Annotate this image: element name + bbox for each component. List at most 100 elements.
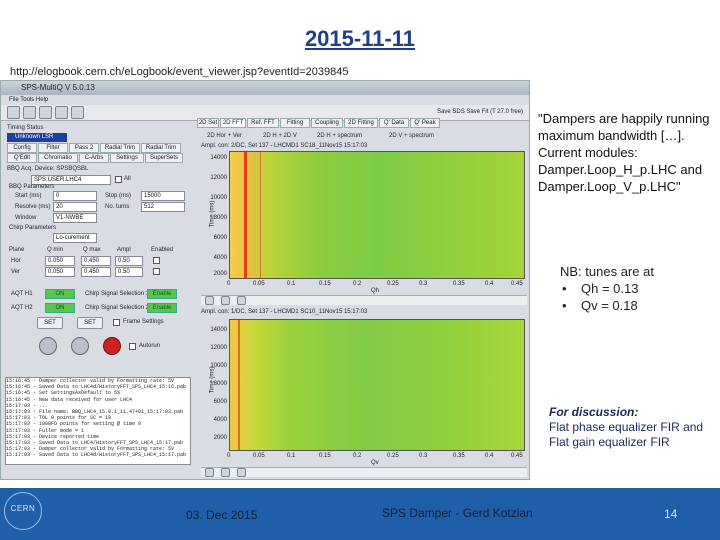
ver-qmax[interactable]: 0.450	[81, 267, 111, 277]
image-icon[interactable]	[237, 468, 246, 477]
plot1-ytick: 12000	[210, 175, 227, 181]
frame-settings-checkbox[interactable]	[113, 319, 120, 326]
aqt-h1-status[interactable]: ON	[45, 289, 75, 299]
resolve-input[interactable]: 20	[53, 202, 97, 212]
toolbar-save-status[interactable]: Save SDS Save Fit (T 27.0 free)	[437, 109, 523, 115]
page-number: 14	[664, 507, 678, 521]
autorun-checkbox[interactable]	[129, 343, 136, 350]
ver-enabled-checkbox[interactable]	[153, 268, 160, 275]
hor-qmax[interactable]: 0.450	[81, 256, 111, 266]
tab-2d-fitting[interactable]: 2D Fitting	[344, 118, 378, 128]
tab-2d-fft[interactable]: 2D FFT	[220, 118, 246, 128]
ver-qmin[interactable]: 0.050	[45, 267, 75, 277]
plot2-xtick: 0	[227, 453, 231, 459]
play-run-icon[interactable]	[71, 337, 89, 355]
plot2-ytick: 4000	[213, 417, 227, 423]
plot2-ytick: 10000	[210, 363, 227, 369]
discussion-label: For discussion:	[549, 405, 639, 419]
image-icon[interactable]	[237, 296, 246, 305]
tab-qedit[interactable]: Q'Edit	[7, 153, 37, 163]
magnifier-icon[interactable]	[7, 106, 20, 119]
timing-status: Unknown LSR	[7, 133, 67, 142]
log-panel[interactable]: 15:16:45 - Damper collector valid by For…	[5, 377, 191, 465]
plot2-ytick: 8000	[213, 381, 227, 387]
aqt-h1-enable[interactable]: Enable	[147, 289, 177, 299]
pan-icon[interactable]	[221, 296, 230, 305]
tab-filter[interactable]: Filter	[38, 143, 68, 153]
window-title: SPS-MultiQ V 5.0.13	[21, 83, 95, 92]
col-qmax: Q max	[83, 247, 101, 253]
plot2-spectrogram[interactable]	[229, 319, 525, 451]
footer-date: 03. Dec 2015	[186, 508, 258, 522]
tab-ref-fft[interactable]: Ref. FFT	[247, 118, 279, 128]
tab-q-peak[interactable]: Q' Peak	[410, 118, 440, 128]
radio-hor-ver[interactable]: 2D Hor + Ver	[207, 133, 242, 139]
resolve-label: Resolve (ms)	[15, 204, 51, 210]
plot1-xtick: 0.4	[485, 281, 494, 287]
col-plane: Plane	[9, 247, 25, 253]
plot2-ylabel: Time (ms)	[209, 366, 216, 394]
window-select[interactable]: V1-NWBE	[53, 213, 97, 223]
plot1-spectrogram[interactable]	[229, 151, 525, 279]
tab-supersets[interactable]: SuperSets	[145, 153, 183, 163]
log-line: 15:17:03 - Saved Data to LHC4d/HistoryFF…	[6, 452, 187, 459]
col-qmin: Q min	[47, 247, 64, 253]
turns-input[interactable]: 512	[141, 202, 185, 212]
all-checkbox[interactable]	[115, 176, 122, 183]
hor-qmin[interactable]: 0.050	[45, 256, 75, 266]
tab-config[interactable]: Config	[7, 143, 37, 153]
elogbook-url[interactable]: http://elogbook.cern.ch/eLogbook/event_v…	[10, 66, 349, 78]
record-stop-icon[interactable]	[103, 337, 121, 355]
bbq-params-label: BBQ Parameters	[9, 184, 55, 190]
discussion-box: For discussion: Flat phase equalizer FIR…	[549, 405, 719, 450]
set-button[interactable]: SET	[37, 317, 63, 329]
set-button-2[interactable]: SET	[77, 317, 103, 329]
tab-chromatio[interactable]: Chromatio	[38, 153, 78, 163]
settings-icon[interactable]	[55, 106, 68, 119]
quote-text: "Dampers are happily running maximum ban…	[538, 111, 710, 194]
cern-logo-text: CERN	[10, 504, 36, 513]
plot1-xtick: 0.05	[253, 281, 265, 287]
zoom-icon[interactable]	[205, 468, 214, 477]
aqt-h2-status[interactable]: ON	[45, 303, 75, 313]
start-input[interactable]: 0	[53, 191, 97, 201]
ver-ampl[interactable]: 0.50	[115, 267, 143, 277]
device-label: BBQ Acq. Device: SPSBQSBL	[7, 166, 89, 172]
radio-v-spectrum[interactable]: 2D V + spectrum	[389, 133, 434, 139]
window-menu[interactable]: File Tools Help	[9, 97, 48, 103]
tab-coupling[interactable]: Coupling	[311, 118, 343, 128]
radio-h-v[interactable]: 2D H + 2D V	[263, 133, 297, 139]
plot2-tools	[201, 467, 527, 477]
tab-2d-set[interactable]: 2D Set	[197, 118, 219, 128]
play-icon[interactable]	[39, 106, 52, 119]
plot1-xlabel: Qh	[371, 288, 380, 294]
col-ampl: Ampl	[117, 247, 131, 253]
tune-line-h2	[260, 152, 261, 278]
stop-input[interactable]: 15000	[141, 191, 185, 201]
row-hor-plane: Hor	[11, 258, 21, 264]
stop-icon[interactable]	[23, 106, 36, 119]
tab-q-data[interactable]: Q' Data	[379, 118, 409, 128]
plot2-xlabel: Qv	[371, 460, 379, 466]
info-icon[interactable]	[71, 106, 84, 119]
aqt-h1-label: AQT H1	[11, 291, 33, 297]
tab-c-arbs[interactable]: C-Arbs	[79, 153, 109, 163]
tab-pass2[interactable]: Pass 2	[69, 143, 99, 153]
radio-h-spectrum[interactable]: 2D H + spectrum	[317, 133, 362, 139]
plot1-xtick: 0.2	[353, 281, 362, 287]
plot1-title: Ampl. con: 2/DC, Set 137 - LHCMD1 SC18_1…	[201, 143, 368, 149]
hor-enabled-checkbox[interactable]	[153, 257, 160, 264]
nb-bullet-text: Qv = 0.18	[581, 298, 638, 313]
tab-radial-trim-2[interactable]: Radial Trim	[141, 143, 181, 153]
tab-settings[interactable]: Settings	[110, 153, 144, 163]
aqt-h2-enable[interactable]: Enable	[147, 303, 177, 313]
plot2-xtick: 0.05	[253, 453, 265, 459]
plot2-ytick: 6000	[213, 399, 227, 405]
hor-ampl[interactable]: 0.50	[115, 256, 143, 266]
tab-radial-trim[interactable]: Radial Trim	[100, 143, 140, 153]
tab-fitting[interactable]: Fitting	[280, 118, 310, 128]
zoom-icon[interactable]	[205, 296, 214, 305]
chirp-mode-select[interactable]: Lo-curement	[53, 233, 97, 243]
back-icon[interactable]	[39, 337, 57, 355]
pan-icon[interactable]	[221, 468, 230, 477]
